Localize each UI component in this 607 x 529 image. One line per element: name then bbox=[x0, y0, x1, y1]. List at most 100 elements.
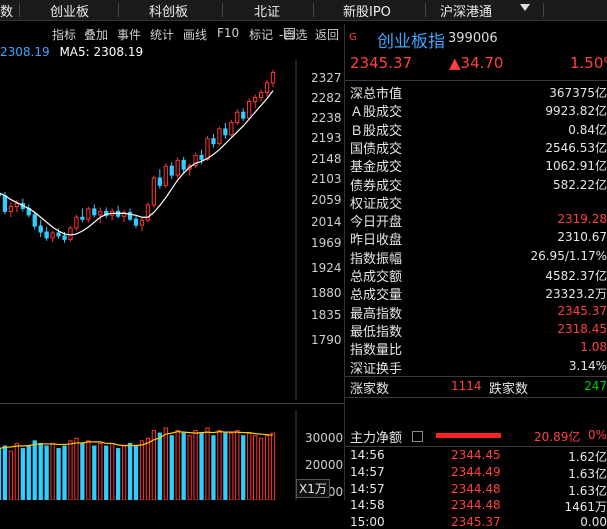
y-tick-label: 2193 bbox=[311, 131, 342, 145]
stat-value: 9923.82亿 bbox=[545, 104, 607, 119]
candle-body bbox=[2, 195, 8, 212]
tick-time: 14:56 bbox=[350, 448, 385, 462]
volume-bar bbox=[199, 432, 204, 500]
y-tick-label: 2327 bbox=[311, 71, 342, 85]
volume-bar bbox=[223, 432, 228, 500]
stat-value: 2345.37 bbox=[557, 303, 607, 318]
volume-bar bbox=[163, 427, 168, 500]
volume-bar bbox=[253, 435, 258, 500]
stat-label: 昨日收盘 bbox=[350, 233, 403, 249]
rise-label: 涨家数 bbox=[350, 382, 390, 397]
candle-body bbox=[157, 177, 162, 186]
tab-star-market[interactable]: 科创板 bbox=[149, 1, 188, 20]
candle-body bbox=[175, 159, 180, 176]
fall-label: 跌家数 bbox=[489, 382, 529, 397]
y-tick-label: 2238 bbox=[311, 111, 342, 125]
candle-body bbox=[199, 154, 204, 160]
remove-watchlist-button[interactable]: -自选 bbox=[279, 26, 307, 43]
candle-body bbox=[169, 165, 174, 176]
stat-value: 1062.91亿 bbox=[545, 159, 607, 174]
volume-bars bbox=[0, 427, 276, 500]
tick-volume: 1.63亿 bbox=[568, 466, 607, 481]
volume-bar bbox=[193, 430, 198, 500]
events-button[interactable]: 事件 bbox=[117, 26, 141, 43]
stat-value: 26.95/1.17% bbox=[530, 248, 607, 263]
candle-body bbox=[145, 204, 151, 221]
ma-legend: 2308.19 MA5: 2308.19 bbox=[0, 45, 143, 59]
volume-bar bbox=[121, 445, 127, 500]
y-tick-label: 1880 bbox=[311, 286, 342, 300]
stat-label: 国债成交 bbox=[350, 141, 403, 157]
candle-body bbox=[56, 232, 61, 237]
volume-bar bbox=[68, 440, 73, 500]
back-button[interactable]: 返回 bbox=[315, 26, 339, 43]
tick-time: 14:57 bbox=[350, 481, 385, 496]
volume-bar bbox=[247, 432, 252, 500]
volume-bar bbox=[127, 442, 133, 500]
checkbox-icon[interactable] bbox=[412, 431, 423, 442]
tab-bse[interactable]: 北证 bbox=[254, 1, 280, 20]
tick-price: 2344.48 bbox=[451, 498, 501, 513]
volume-bar bbox=[270, 432, 276, 500]
volume-unit-button[interactable]: X1万 bbox=[296, 479, 330, 498]
statistics-button[interactable]: 统计 bbox=[150, 26, 174, 43]
volume-bar bbox=[181, 432, 186, 500]
candle-body bbox=[62, 235, 67, 240]
y-tick-label: 1790 bbox=[311, 333, 342, 347]
volume-tick-label: 30000 bbox=[305, 431, 344, 445]
stat-value: 4582.37亿 bbox=[545, 269, 607, 283]
ma-value: 2308.19 bbox=[0, 45, 50, 59]
volume-bar bbox=[2, 445, 8, 500]
candle-body bbox=[98, 210, 103, 216]
volume-bar bbox=[175, 430, 180, 500]
tab-index[interactable]: 数 bbox=[0, 1, 13, 20]
volume-bar bbox=[229, 432, 234, 500]
stat-label: 深总市值 bbox=[350, 87, 403, 102]
volume-tick-label: 20000 bbox=[305, 458, 344, 472]
candle-body bbox=[258, 92, 264, 98]
tab-new-ipo[interactable]: 新股IPO bbox=[343, 1, 391, 20]
stat-value: 2310.67 bbox=[557, 230, 607, 245]
draw-line-button[interactable]: 画线 bbox=[183, 26, 207, 43]
stat-label: 基金成交 bbox=[350, 160, 403, 176]
divider bbox=[345, 446, 607, 447]
tick-price: 2344.48 bbox=[451, 481, 501, 496]
volume-bar bbox=[92, 445, 97, 500]
indicator-button[interactable]: 指标 bbox=[52, 26, 76, 43]
tick-time: 14:58 bbox=[350, 498, 385, 513]
tick-volume: 1.63亿 bbox=[568, 483, 607, 498]
volume-bar bbox=[205, 427, 210, 500]
candlestick-chart[interactable] bbox=[0, 60, 344, 400]
volume-bar bbox=[8, 450, 14, 500]
tick-volume: 0.00 bbox=[580, 515, 607, 529]
volume-bar bbox=[0, 448, 2, 500]
tab-divider bbox=[313, 3, 314, 17]
volume-bar bbox=[14, 442, 19, 500]
chevron-down-icon[interactable] bbox=[520, 4, 530, 11]
top-nav: 数 创业板 科创板 北证 新股IPO 沪深港通 bbox=[0, 0, 607, 21]
volume-bar bbox=[74, 437, 79, 500]
tab-stock-connect[interactable]: 沪深港通 bbox=[440, 1, 492, 20]
tab-divider bbox=[222, 3, 223, 17]
candle-body bbox=[92, 208, 97, 216]
candle-body bbox=[163, 165, 168, 186]
stat-label: Ｂ股成交 bbox=[350, 123, 403, 139]
f10-button[interactable]: F10 bbox=[217, 26, 239, 40]
y-tick-label: 2014 bbox=[311, 215, 342, 229]
candle-body bbox=[8, 205, 14, 212]
tab-chinext[interactable]: 创业板 bbox=[50, 1, 89, 20]
mark-button[interactable]: 标记 bbox=[249, 26, 273, 43]
volume-bar bbox=[44, 445, 49, 500]
stat-label: 债券成交 bbox=[350, 178, 403, 194]
candle-body bbox=[223, 128, 228, 136]
fall-count: 247 bbox=[584, 379, 607, 393]
volume-chart[interactable] bbox=[0, 410, 344, 500]
overlay-button[interactable]: 叠加 bbox=[84, 26, 108, 43]
stat-value: 0.84亿 bbox=[568, 122, 607, 137]
current-price: 2345.37 bbox=[350, 54, 413, 72]
candle-body bbox=[253, 96, 258, 102]
volume-bar bbox=[98, 442, 103, 500]
main-flow-bar bbox=[436, 433, 501, 438]
candle-body bbox=[247, 100, 252, 119]
stat-value: 2318.45 bbox=[557, 321, 607, 336]
